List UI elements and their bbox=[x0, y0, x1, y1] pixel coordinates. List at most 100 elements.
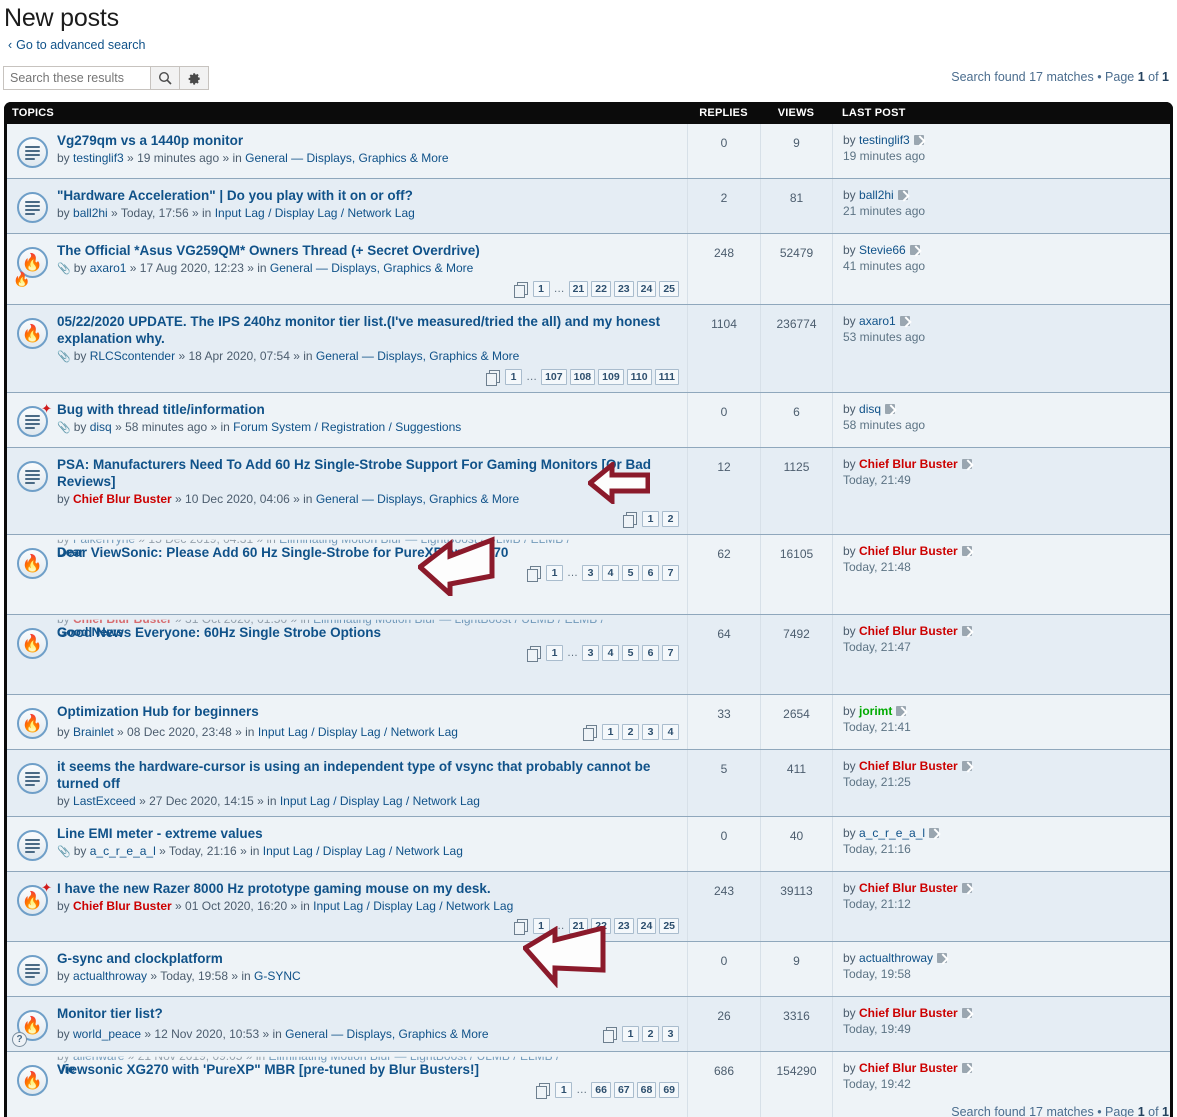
topic-title-link[interactable]: G-sync and clockplatform bbox=[57, 951, 223, 966]
topic-author-link[interactable]: world_peace bbox=[73, 1027, 141, 1041]
topic-title-link[interactable]: it seems the hardware-cursor is using an… bbox=[57, 759, 650, 791]
last-post-author-link[interactable]: Chief Blur Buster bbox=[859, 544, 958, 558]
forum-link[interactable]: Input Lag / Display Lag / Network Lag bbox=[258, 725, 458, 739]
page-chip[interactable]: 1 bbox=[602, 724, 619, 740]
search-submit-button[interactable] bbox=[150, 67, 179, 89]
goto-last-post-icon[interactable] bbox=[961, 459, 972, 469]
topic-title-link[interactable]: "Hardware Acceleration" | Do you play wi… bbox=[57, 188, 413, 203]
topic-doc-icon[interactable]: ✦ bbox=[15, 402, 52, 440]
goto-last-post-icon[interactable] bbox=[961, 1063, 972, 1073]
topic-title-link[interactable]: Monitor tier list? bbox=[57, 1006, 163, 1021]
search-input[interactable] bbox=[4, 67, 150, 89]
goto-last-post-icon[interactable] bbox=[937, 953, 948, 963]
topic-doc-icon[interactable] bbox=[15, 761, 51, 797]
goto-last-post-icon[interactable] bbox=[897, 190, 908, 200]
forum-link[interactable]: General — Displays, Graphics & More bbox=[316, 349, 519, 363]
page-chip[interactable]: 23 bbox=[613, 918, 634, 934]
page-chip[interactable]: 111 bbox=[654, 369, 679, 385]
last-post-author-link[interactable]: Chief Blur Buster bbox=[859, 881, 958, 895]
topic-doc-icon[interactable] bbox=[15, 190, 51, 226]
goto-last-post-icon[interactable] bbox=[913, 135, 924, 145]
goto-last-post-icon[interactable] bbox=[961, 761, 972, 771]
topic-hot-icon[interactable]: 🔥? bbox=[12, 1008, 51, 1047]
topic-doc-icon[interactable] bbox=[15, 953, 51, 989]
topic-title-link[interactable]: PSA: Manufacturers Need To Add 60 Hz Sin… bbox=[57, 457, 651, 489]
topic-title-link[interactable]: Bug with thread title/information bbox=[57, 402, 265, 417]
page-chip[interactable]: 4 bbox=[662, 724, 679, 740]
page-chip[interactable]: 7 bbox=[662, 565, 679, 581]
topic-hot-icon[interactable]: 🔥 bbox=[15, 546, 51, 582]
page-chip[interactable]: 66 bbox=[591, 1082, 611, 1098]
topic-title-link[interactable]: Line EMI meter - extreme values bbox=[57, 826, 263, 841]
last-post-author-link[interactable]: axaro1 bbox=[859, 314, 896, 328]
topic-author-link[interactable]: disq bbox=[90, 420, 112, 434]
page-chip[interactable]: 1 bbox=[546, 645, 563, 661]
last-post-author-link[interactable]: Stevie66 bbox=[859, 243, 906, 257]
page-chip[interactable]: 6 bbox=[642, 645, 659, 661]
page-chip[interactable]: 1 bbox=[546, 565, 563, 581]
page-chip[interactable]: 2 bbox=[622, 724, 639, 740]
topic-hot-icon[interactable]: 🔥 ✦ bbox=[15, 881, 52, 919]
goto-last-post-icon[interactable] bbox=[909, 245, 920, 255]
forum-link[interactable]: Forum System / Registration / Suggestion… bbox=[233, 420, 461, 434]
table-row[interactable]: 🔥 by Chief Blur Buster » 31 Oct 2020, 01:… bbox=[7, 614, 1170, 694]
table-row[interactable]: G-sync and clockplatform by actualthroway… bbox=[7, 941, 1170, 996]
page-chip[interactable]: 6 bbox=[642, 565, 659, 581]
table-row[interactable]: ✦ Bug with thread title/information 📎 by di… bbox=[7, 392, 1170, 447]
table-row[interactable]: 🔥 05/22/2020 UPDATE. The IPS 240hz monito… bbox=[7, 304, 1170, 392]
page-chip[interactable]: 3 bbox=[582, 565, 599, 581]
page-chip[interactable]: 4 bbox=[602, 565, 619, 581]
table-row[interactable]: PSA: Manufacturers Need To Add 60 Hz Sin… bbox=[7, 447, 1170, 534]
forum-link[interactable]: General — Displays, Graphics & More bbox=[270, 261, 473, 275]
page-chip[interactable]: 69 bbox=[659, 1082, 679, 1098]
page-chip[interactable]: 24 bbox=[636, 281, 657, 297]
topic-author-link[interactable]: actualthroway bbox=[73, 969, 147, 983]
last-post-author-link[interactable]: actualthroway bbox=[859, 951, 933, 965]
topic-title-link[interactable]: Viewsonic XG270 with 'PureXP" MBR [pre-t… bbox=[57, 1061, 479, 1078]
last-post-author-link[interactable]: Chief Blur Buster bbox=[859, 457, 958, 471]
page-chip[interactable]: 109 bbox=[598, 369, 624, 385]
page-chip[interactable]: 1 bbox=[555, 1082, 573, 1098]
topic-title-link[interactable]: Optimization Hub for beginners bbox=[57, 704, 259, 719]
page-chip[interactable]: 2 bbox=[662, 511, 679, 527]
forum-link[interactable]: Input Lag / Display Lag / Network Lag bbox=[263, 844, 463, 858]
table-row[interactable]: 🔥 ✦ I have the new Razer 8000 Hz prototype… bbox=[7, 871, 1170, 941]
page-chip[interactable]: 21 bbox=[568, 918, 589, 934]
topic-title-link[interactable]: I have the new Razer 8000 Hz prototype g… bbox=[57, 881, 491, 896]
page-chip[interactable]: 5 bbox=[622, 565, 639, 581]
page-chip[interactable]: 67 bbox=[613, 1082, 634, 1098]
page-chip[interactable]: 1 bbox=[622, 1026, 639, 1042]
page-chip[interactable]: 21 bbox=[568, 281, 589, 297]
page-chip[interactable]: 3 bbox=[662, 1026, 679, 1042]
topic-doc-icon[interactable] bbox=[15, 135, 51, 171]
goto-last-post-icon[interactable] bbox=[896, 706, 907, 716]
forum-link[interactable]: General — Displays, Graphics & More bbox=[245, 151, 448, 165]
topic-author-link[interactable]: axaro1 bbox=[90, 261, 127, 275]
page-chip[interactable]: 4 bbox=[602, 645, 619, 661]
page-chip[interactable]: 110 bbox=[626, 369, 652, 385]
advanced-search-link[interactable]: Go to advanced search bbox=[16, 38, 145, 52]
topic-hot-icon[interactable]: 🔥 bbox=[15, 626, 51, 662]
page-chip[interactable]: 22 bbox=[591, 918, 611, 934]
topic-title-link[interactable]: Good News Everyone: 60Hz Single Strobe O… bbox=[57, 624, 381, 641]
forum-link[interactable]: Input Lag / Display Lag / Network Lag bbox=[215, 206, 415, 220]
page-chip[interactable]: 25 bbox=[659, 281, 679, 297]
page-chip[interactable]: 108 bbox=[569, 369, 596, 385]
topic-author-link[interactable]: Brainlet bbox=[73, 725, 114, 739]
goto-last-post-icon[interactable] bbox=[961, 883, 972, 893]
topic-title-link[interactable]: Dear ViewSonic: Please Add 60 Hz Single-… bbox=[57, 544, 508, 561]
last-post-author-link[interactable]: testinglif3 bbox=[859, 133, 910, 147]
goto-last-post-icon[interactable] bbox=[885, 404, 896, 414]
topic-author-link[interactable]: Chief Blur Buster bbox=[73, 492, 172, 506]
topic-hot-icon[interactable]: 🔥 🔥 bbox=[13, 245, 51, 286]
topic-hot-icon[interactable]: 🔥 bbox=[15, 706, 51, 742]
topic-title-link[interactable]: Vg279qm vs a 1440p monitor bbox=[57, 133, 243, 148]
forum-link[interactable]: Input Lag / Display Lag / Network Lag bbox=[313, 899, 513, 913]
forum-link[interactable]: General — Displays, Graphics & More bbox=[285, 1027, 488, 1041]
forum-link[interactable]: General — Displays, Graphics & More bbox=[316, 492, 519, 506]
last-post-author-link[interactable]: Chief Blur Buster bbox=[859, 1061, 958, 1075]
forum-link[interactable]: G-SYNC bbox=[254, 969, 301, 983]
topic-title-link[interactable]: 05/22/2020 UPDATE. The IPS 240hz monitor… bbox=[57, 314, 660, 346]
topic-hot-icon[interactable]: 🔥 bbox=[15, 316, 51, 352]
last-post-author-link[interactable]: ball2hi bbox=[859, 188, 894, 202]
